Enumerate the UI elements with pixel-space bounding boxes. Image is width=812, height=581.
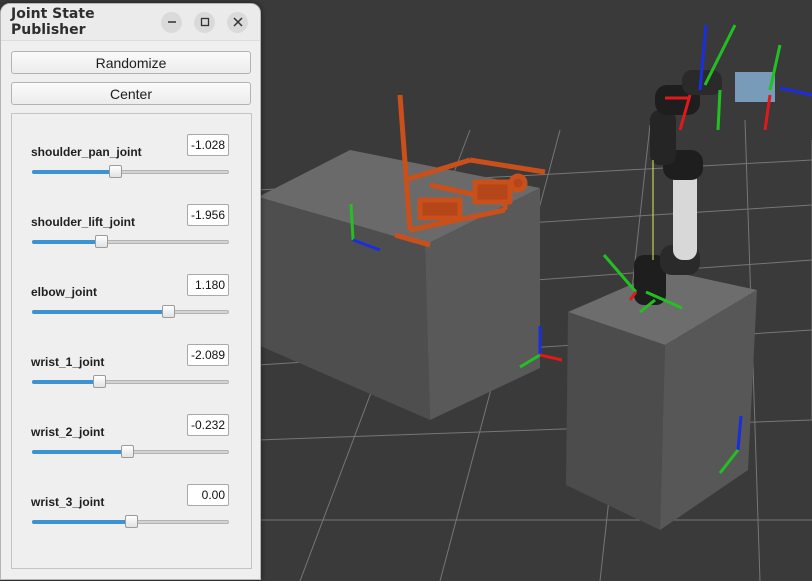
joint-value-field[interactable]: -1.956 (187, 204, 229, 226)
joint-value-field[interactable]: 1.180 (187, 274, 229, 296)
slider-handle[interactable] (120, 445, 134, 458)
close-icon (232, 17, 243, 27)
joint-value-field[interactable]: -0.232 (187, 414, 229, 436)
window-title: Joint State Publisher (11, 6, 95, 38)
joint-slider[interactable] (32, 235, 229, 248)
slider-handle[interactable] (93, 375, 107, 388)
joint-slider[interactable] (32, 445, 229, 458)
joint-label: wrist_1_joint (31, 355, 105, 369)
joint-row-elbow: elbow_joint 1.180 (12, 274, 251, 349)
slider-fill (32, 240, 101, 244)
joint-row-wrist-2: wrist_2_joint -0.232 (12, 414, 251, 489)
joint-slider[interactable] (32, 375, 229, 388)
joint-value-field[interactable]: 0.00 (187, 484, 229, 506)
minimize-button[interactable] (161, 11, 182, 33)
joint-value-field[interactable]: -1.028 (187, 134, 229, 156)
joint-slider[interactable] (32, 165, 229, 178)
slider-handle[interactable] (124, 515, 138, 528)
joint-label: shoulder_lift_joint (31, 215, 136, 229)
center-button[interactable]: Center (11, 82, 251, 105)
close-button[interactable] (227, 11, 248, 33)
slider-fill (32, 520, 130, 524)
slider-fill (32, 170, 114, 174)
joints-panel: shoulder_pan_joint -1.028 shoulder_lift_… (11, 113, 252, 569)
joint-row-shoulder-pan: shoulder_pan_joint -1.028 (12, 134, 251, 209)
slider-handle[interactable] (108, 165, 122, 178)
joint-label: wrist_2_joint (31, 425, 105, 439)
slider-fill (32, 310, 167, 314)
joint-label: elbow_joint (31, 285, 97, 299)
joint-row-wrist-1: wrist_1_joint -2.089 (12, 344, 251, 419)
slider-handle[interactable] (95, 235, 109, 248)
slider-fill (32, 450, 126, 454)
slider-handle[interactable] (161, 305, 175, 318)
right-pedestal-box (566, 270, 757, 530)
joint-slider[interactable] (32, 305, 229, 318)
joint-label: shoulder_pan_joint (31, 145, 142, 159)
maximize-button[interactable] (194, 11, 215, 33)
robot-arm (634, 70, 775, 305)
minimize-icon (167, 21, 176, 23)
titlebar[interactable]: Joint State Publisher (1, 4, 260, 41)
joint-state-publisher-window: Joint State Publisher Randomize Center s… (0, 3, 261, 580)
maximize-icon (200, 17, 209, 27)
randomize-button[interactable]: Randomize (11, 51, 251, 74)
joint-value-field[interactable]: -2.089 (187, 344, 229, 366)
joint-row-shoulder-lift: shoulder_lift_joint -1.956 (12, 204, 251, 279)
joint-slider[interactable] (32, 515, 229, 528)
joint-row-wrist-3: wrist_3_joint 0.00 (12, 484, 251, 559)
joint-label: wrist_3_joint (31, 495, 105, 509)
slider-fill (32, 380, 99, 384)
